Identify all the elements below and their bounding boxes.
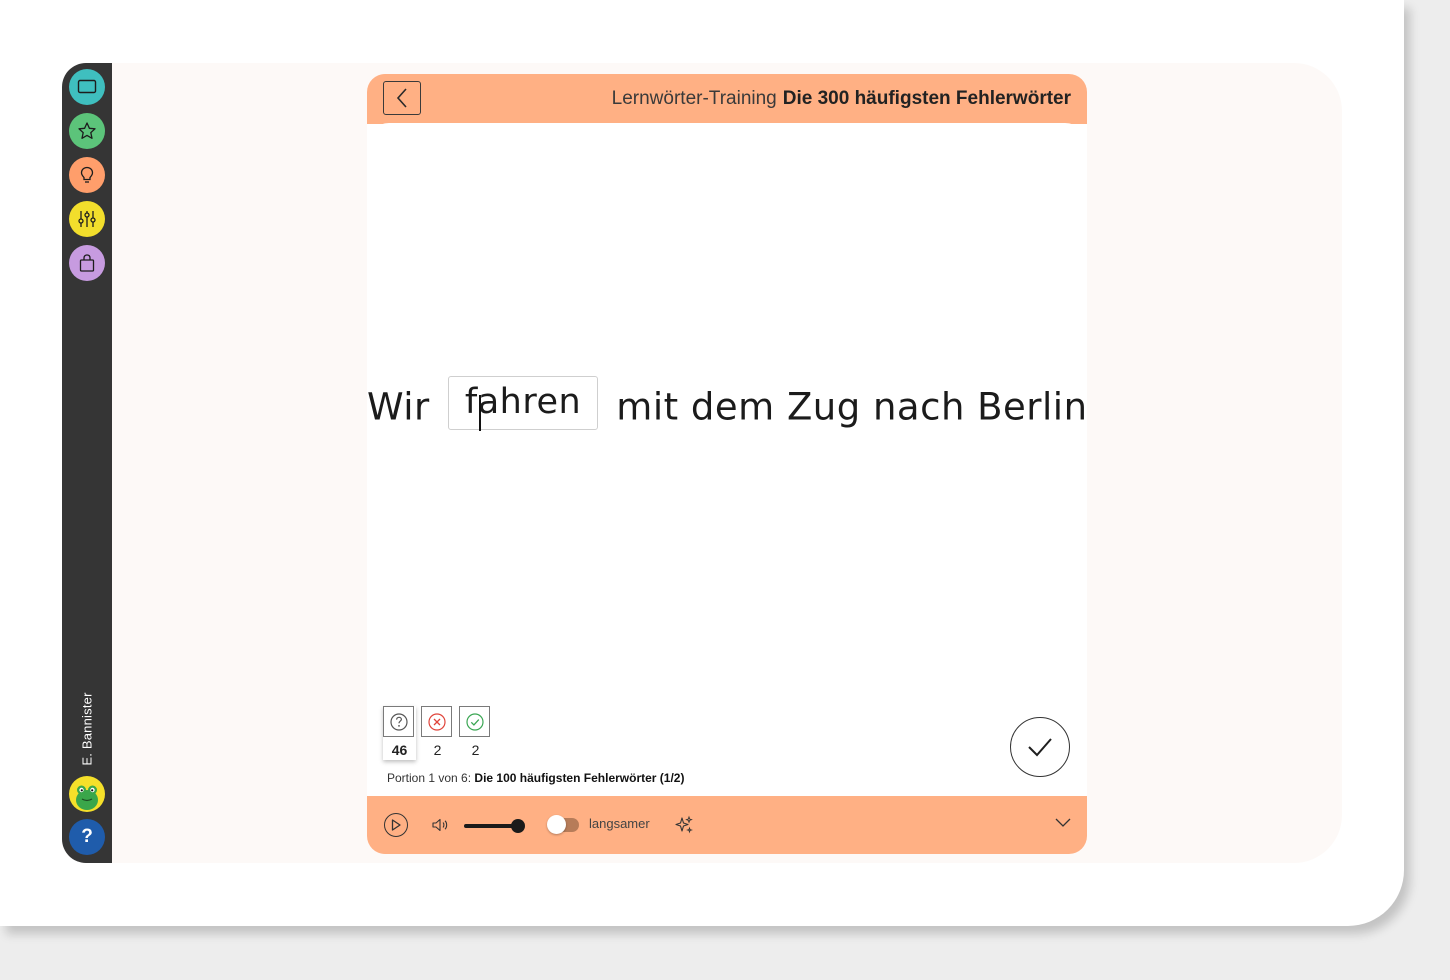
stat-wrong-count: 2 [433,742,442,758]
sentence-after: mit dem Zug nach Berlin. [616,385,1087,429]
settings-button[interactable] [69,201,105,237]
portion-prefix: Portion 1 von 6: [387,771,472,785]
volume-slider[interactable] [464,819,525,833]
slow-toggle[interactable] [547,815,579,834]
tips-button[interactable] [69,157,105,193]
avatar[interactable] [69,776,105,812]
answer-input[interactable]: fahren [448,376,599,431]
stat-open-count: 46 [391,742,408,758]
shopping-bag-icon [79,254,95,272]
card-header: Lernwörter-Training Die 300 häufigsten Fe… [367,74,1087,124]
page-title-main: Die 300 häufigsten Fehlerwörter [782,88,1071,109]
page-title: Lernwörter-Training Die 300 häufigsten Fe… [612,88,1071,110]
volume-slider-handle[interactable] [511,819,525,833]
card-body [367,123,1087,798]
device-frame: E. Bannister ? Lernwörter-Training Die 3… [0,0,1404,926]
back-button[interactable] [383,81,421,115]
question-circle-icon [389,712,408,731]
sidebar: E. Bannister ? [62,63,112,863]
star-icon [78,122,96,139]
wrong-stat-box [421,706,452,737]
correct-stat-box [459,706,490,737]
slow-toggle-knob [547,815,566,834]
user-name: E. Bannister [79,692,95,766]
sliders-icon [78,211,96,227]
portion-name: Die 100 häufigsten Fehlerwörter (1/2) [474,771,685,785]
stat-correct-count: 2 [471,742,480,758]
speaker-icon[interactable] [432,818,450,832]
x-circle-icon [427,712,446,731]
exercise-sentence: Wir fahren mit dem Zug nach Berlin. [367,376,1087,434]
stats-panel: 46 2 2 [383,706,492,760]
sentence-before: Wir [367,385,430,429]
favorites-button[interactable] [69,113,105,149]
audio-bar: langsamer [367,796,1087,854]
stat-open[interactable]: 46 [383,706,416,760]
training-card: Lernwörter-Training Die 300 häufigsten Fe… [367,74,1087,854]
chevron-down-icon[interactable] [1054,816,1072,828]
portion-info: Portion 1 von 6: Die 100 häufigsten Fehl… [387,771,684,785]
monitor-icon [77,79,97,94]
chevron-left-icon [396,88,407,108]
play-icon [391,819,401,831]
lightbulb-icon [80,166,94,183]
play-button[interactable] [384,813,408,837]
answer-text: fahren [464,382,582,422]
frog-avatar-icon [76,785,98,810]
shop-button[interactable] [69,245,105,281]
question-stat-box [383,706,414,737]
stat-correct[interactable]: 2 [459,706,492,760]
checkmark-icon [1028,738,1052,757]
sparkle-icon[interactable] [674,815,694,835]
stat-wrong[interactable]: 2 [421,706,454,760]
page-subtitle: Lernwörter-Training [611,88,777,109]
monitor-button[interactable] [69,69,105,105]
slow-label[interactable]: langsamer [589,816,650,831]
check-answer-button[interactable] [1010,717,1070,777]
check-circle-icon [465,712,484,731]
help-button[interactable]: ? [69,819,105,855]
app-screen: E. Bannister ? Lernwörter-Training Die 3… [62,63,1342,863]
text-caret [479,395,481,431]
